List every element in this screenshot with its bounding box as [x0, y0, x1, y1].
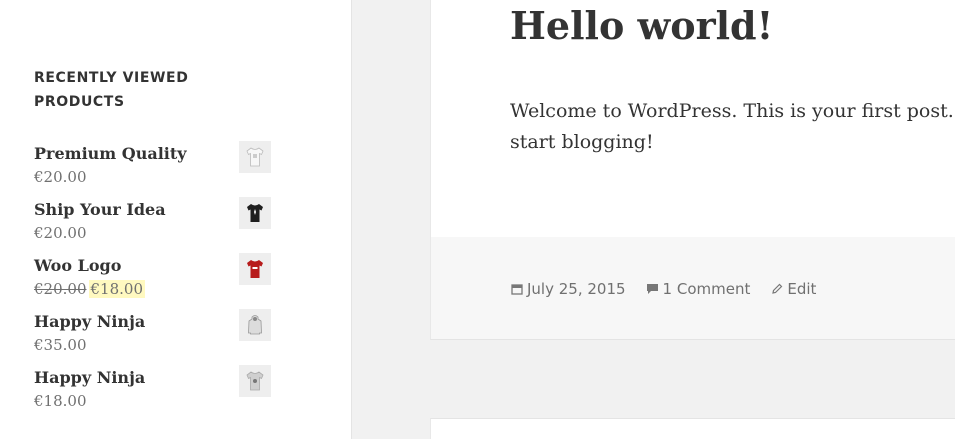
product-price: €20.00: [34, 168, 87, 186]
product-price: €18.00: [34, 392, 87, 410]
white-tshirt-icon: [246, 147, 264, 167]
edit-link[interactable]: Edit: [770, 279, 816, 299]
widget-title-line2: PRODUCTS: [34, 94, 125, 110]
product-item: Premium Quality €20.00: [34, 141, 274, 199]
product-name-link[interactable]: Woo Logo: [34, 255, 121, 277]
red-tshirt-icon: [247, 260, 263, 278]
product-item: Ship Your Idea €20.00: [34, 197, 274, 255]
comment-bubble-icon: [646, 282, 660, 296]
product-thumbnail[interactable]: [239, 141, 271, 173]
pencil-icon: [770, 282, 784, 296]
post-content-line2: start blogging!: [510, 131, 654, 153]
post-date: July 25, 2015: [527, 280, 626, 298]
black-tshirt-icon: [247, 204, 263, 222]
product-price: €20.00 €18.00: [34, 279, 145, 299]
post-content-line1: Welcome to WordPress. This is your first…: [510, 100, 955, 122]
product-price: €20.00: [34, 224, 87, 242]
widget-title-line1: RECENTLY VIEWED: [34, 70, 189, 86]
comments-link[interactable]: 1 Comment: [646, 279, 751, 299]
comments-count: 1 Comment: [662, 280, 751, 298]
product-price: €35.00: [34, 336, 87, 354]
calendar-icon: [510, 282, 524, 296]
post-date-link[interactable]: July 25, 2015: [510, 279, 626, 299]
product-item: Woo Logo €20.00 €18.00: [34, 253, 274, 311]
product-item: Happy Ninja €35.00: [34, 309, 274, 367]
product-thumbnail[interactable]: [239, 365, 271, 397]
product-name-link[interactable]: Happy Ninja: [34, 311, 145, 333]
product-sale-price: €18.00: [88, 280, 145, 298]
product-name-link[interactable]: Premium Quality: [34, 143, 187, 165]
product-item: Happy Ninja €18.00: [34, 365, 274, 423]
product-name-link[interactable]: Ship Your Idea: [34, 199, 166, 221]
widget-title: RECENTLY VIEWED PRODUCTS: [34, 66, 234, 114]
product-thumbnail[interactable]: [239, 197, 271, 229]
product-name-link[interactable]: Happy Ninja: [34, 367, 145, 389]
product-thumbnail[interactable]: [239, 309, 271, 341]
post-content: Welcome to WordPress. This is your first…: [510, 96, 955, 158]
post-meta: July 25, 2015 1 Comment Edit: [510, 279, 836, 299]
product-thumbnail[interactable]: [239, 253, 271, 285]
sidebar: RECENTLY VIEWED PRODUCTS Premium Quality…: [0, 0, 352, 439]
next-post-card: [430, 418, 955, 439]
grey-tshirt-icon: [246, 371, 264, 391]
edit-label: Edit: [787, 280, 817, 298]
post-title[interactable]: Hello world!: [510, 3, 773, 49]
grey-hoodie-icon: [248, 315, 262, 335]
product-old-price: €20.00: [34, 280, 87, 298]
